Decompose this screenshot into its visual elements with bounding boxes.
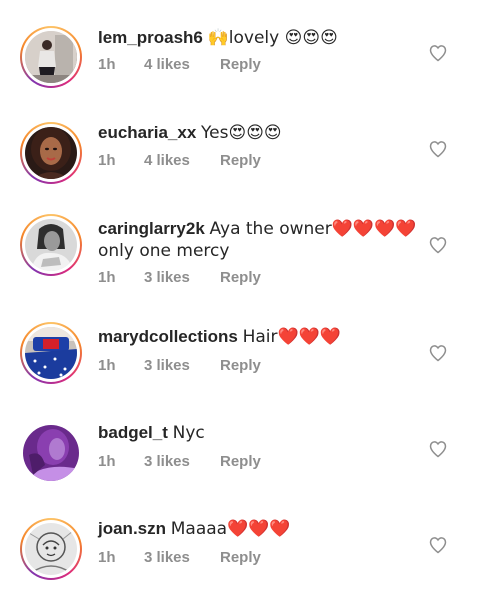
comment-time: 1h <box>98 357 116 374</box>
comment-meta: 1h 4 likes Reply <box>98 152 261 169</box>
comment-time: 1h <box>98 269 116 286</box>
comment-text: Maaaa❤️❤️❤️ <box>170 519 291 539</box>
comment-meta: 1h 3 likes Reply <box>98 357 261 374</box>
comment-body: lem_proash6 🙌lovely 😍😍😍 <box>98 27 418 49</box>
like-heart-icon[interactable] <box>428 343 448 363</box>
reply-button[interactable]: Reply <box>220 549 261 566</box>
like-heart-icon[interactable] <box>428 43 448 63</box>
avatar-photo-person-standing <box>25 31 77 83</box>
avatar[interactable] <box>23 425 79 481</box>
comment-time: 1h <box>98 56 116 73</box>
comment-body: marydcollections Hair❤️❤️❤️ <box>98 326 418 348</box>
comment-username[interactable]: caringlarry2k <box>98 219 205 238</box>
comment-username[interactable]: lem_proash6 <box>98 28 203 47</box>
comment-text: 🙌lovely 😍😍😍 <box>207 28 338 48</box>
comment-text: Nyc <box>172 423 205 443</box>
comment-text: Yes😍😍😍 <box>201 123 282 143</box>
comment-username[interactable]: eucharia_xx <box>98 123 196 142</box>
comment-likes[interactable]: 3 likes <box>144 549 220 566</box>
comments-list: lem_proash6 🙌lovely 😍😍😍 1h4 likesReply <box>0 0 480 591</box>
avatar-photo-bedding <box>25 327 77 379</box>
avatar[interactable] <box>20 122 82 184</box>
comment-time: 1h <box>98 453 116 470</box>
comment-likes[interactable]: 3 likes <box>144 269 220 286</box>
avatar-photo-sketch <box>25 523 77 575</box>
like-heart-icon[interactable] <box>428 439 448 459</box>
comment-likes[interactable]: 3 likes <box>144 357 220 374</box>
avatar-photo-grayscale-portrait <box>25 219 77 271</box>
comment-likes[interactable]: 3 likes <box>144 453 220 470</box>
comment-body: joan.szn Maaaa❤️❤️❤️ <box>98 518 418 540</box>
comment-username[interactable]: badgel_t <box>98 423 168 442</box>
comment-likes[interactable]: 4 likes <box>144 56 220 73</box>
reply-button[interactable]: Reply <box>220 269 261 286</box>
avatar[interactable] <box>20 322 82 384</box>
avatar-photo-woman-portrait <box>25 127 77 179</box>
comment-time: 1h <box>98 152 116 169</box>
like-heart-icon[interactable] <box>428 139 448 159</box>
reply-button[interactable]: Reply <box>220 357 261 374</box>
comment-likes[interactable]: 4 likes <box>144 152 220 169</box>
like-heart-icon[interactable] <box>428 235 448 255</box>
comment-text: Hair❤️❤️❤️ <box>242 327 341 347</box>
comment-username[interactable]: marydcollections <box>98 327 238 346</box>
comment-meta: 1h 4 likes Reply <box>98 56 261 73</box>
reply-button[interactable]: Reply <box>220 56 261 73</box>
avatar[interactable] <box>20 518 82 580</box>
comment-body: caringlarry2k Aya the owner❤️❤️❤️❤️ only… <box>98 218 418 262</box>
comment-body: badgel_t Nyc <box>98 422 418 444</box>
comment-time: 1h <box>98 549 116 566</box>
like-heart-icon[interactable] <box>428 535 448 555</box>
reply-button[interactable]: Reply <box>220 453 261 470</box>
comment-meta: 1h 3 likes Reply <box>98 453 261 470</box>
comment-username[interactable]: joan.szn <box>98 519 166 538</box>
comment-meta: 1h 3 likes Reply <box>98 269 261 286</box>
comment-meta: 1h 3 likes Reply <box>98 549 261 566</box>
comment-body: eucharia_xx Yes😍😍😍 <box>98 122 418 144</box>
avatar-photo-purple <box>23 425 79 481</box>
avatar[interactable] <box>20 26 82 88</box>
avatar[interactable] <box>20 214 82 276</box>
reply-button[interactable]: Reply <box>220 152 261 169</box>
